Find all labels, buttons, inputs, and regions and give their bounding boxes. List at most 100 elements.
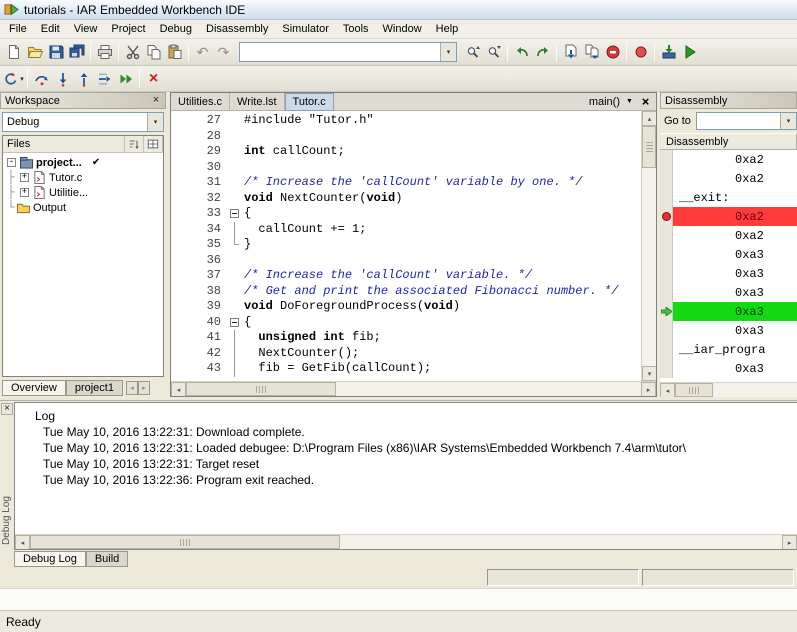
disassembly-gutter[interactable] (660, 188, 673, 207)
workspace-tab-project1[interactable]: project1 (66, 380, 123, 396)
stop-build-button[interactable] (602, 41, 623, 63)
menu-item-debug[interactable]: Debug (153, 21, 199, 37)
disassembly-row[interactable]: __iar_progra (660, 340, 797, 359)
code-line[interactable]: 39void DoForegroundProcess(void) (171, 299, 641, 315)
disassembly-row[interactable]: 0xa2 (660, 169, 797, 188)
code-line[interactable]: 27#include "Tutor.h" (171, 113, 641, 129)
tab-scroll-right-button[interactable]: ▸ (138, 381, 150, 395)
navigate-forward-button[interactable] (532, 41, 553, 63)
make-button[interactable] (581, 41, 602, 63)
disassembly-gutter[interactable] (660, 283, 673, 302)
reset-dropdown-caret[interactable]: ▾ (20, 75, 24, 83)
titlebar[interactable]: tutorials - IAR Embedded Workbench IDE (0, 0, 797, 20)
scroll-track[interactable] (336, 382, 641, 396)
scroll-thumb[interactable] (642, 126, 656, 168)
tree-expander[interactable]: - (7, 158, 16, 167)
log-close-button[interactable]: × (1, 403, 13, 415)
disassembly-row[interactable]: 0xa3 (660, 302, 797, 321)
scroll-thumb[interactable] (675, 383, 713, 397)
tree-item-project[interactable]: -project...✔ (3, 155, 163, 170)
scroll-right-button[interactable]: ▸ (782, 535, 797, 550)
code-line[interactable]: 43 fib = GetFib(callCount); (171, 361, 641, 377)
navigate-backward-button[interactable] (511, 41, 532, 63)
scroll-thumb[interactable] (30, 535, 340, 549)
copy-button[interactable] (143, 41, 164, 63)
compile-button[interactable] (560, 41, 581, 63)
scroll-track[interactable] (340, 535, 782, 549)
disassembly-row[interactable]: 0xa2 (660, 207, 797, 226)
scroll-left-button[interactable]: ◂ (660, 383, 675, 398)
find-next-button[interactable] (483, 41, 504, 63)
find-previous-button[interactable] (462, 41, 483, 63)
go-button[interactable] (115, 68, 136, 90)
scroll-down-button[interactable]: ▾ (642, 366, 656, 381)
code-line[interactable]: 30 (171, 160, 641, 176)
scroll-up-button[interactable]: ▴ (642, 111, 656, 126)
fold-marker[interactable] (229, 315, 242, 331)
workspace-close-button[interactable]: × (149, 94, 163, 107)
save-all-button[interactable] (66, 41, 87, 63)
log-horizontal-scrollbar[interactable]: ◂ ▸ (15, 534, 797, 549)
new-document-button[interactable] (3, 41, 24, 63)
disassembly-gutter[interactable] (660, 150, 673, 169)
disassembly-row[interactable]: 0xa3 (660, 245, 797, 264)
files-sort-button[interactable] (125, 136, 144, 152)
step-out-button[interactable] (73, 68, 94, 90)
code-line[interactable]: 31/* Increase the 'callCount' variable b… (171, 175, 641, 191)
debug-without-downloading-button[interactable] (679, 41, 700, 63)
menu-item-tools[interactable]: Tools (336, 21, 376, 37)
editor-tab-tutor-c[interactable]: Tutor.c (285, 93, 334, 111)
disassembly-gutter[interactable] (660, 302, 673, 321)
disassembly-gutter[interactable] (660, 169, 673, 188)
menu-item-edit[interactable]: Edit (34, 21, 67, 37)
tree-item-output[interactable]: └Output (3, 200, 163, 215)
workspace-config-dropdown-button[interactable]: ▾ (147, 113, 163, 131)
cut-button[interactable] (122, 41, 143, 63)
next-statement-button[interactable] (94, 68, 115, 90)
menu-item-window[interactable]: Window (376, 21, 429, 37)
log-tab-debug-log[interactable]: Debug Log (14, 551, 86, 567)
print-button[interactable] (94, 41, 115, 63)
disassembly-row[interactable]: 0xa3 (660, 359, 797, 378)
toggle-breakpoint-button[interactable] (630, 41, 651, 63)
files-columns-button[interactable] (144, 136, 163, 152)
log-tab-build[interactable]: Build (86, 551, 128, 567)
code-line[interactable]: 29int callCount; (171, 144, 641, 160)
disassembly-gutter[interactable] (660, 207, 673, 226)
code-line[interactable]: 36 (171, 253, 641, 269)
disassembly-gutter[interactable] (660, 340, 673, 359)
scroll-left-button[interactable]: ◂ (15, 535, 30, 550)
tree-expander[interactable]: + (20, 188, 29, 197)
open-folder-button[interactable] (24, 41, 45, 63)
disassembly-caption[interactable]: Disassembly (660, 92, 797, 109)
editor-close-button[interactable]: × (639, 95, 652, 109)
code-line[interactable]: 32void NextCounter(void) (171, 191, 641, 207)
code-line[interactable]: 40{ (171, 315, 641, 331)
disassembly-row[interactable]: 0xa2 (660, 150, 797, 169)
code-line[interactable]: 42 NextCounter(); (171, 346, 641, 362)
files-column-header[interactable]: Files (3, 136, 125, 152)
reset-button[interactable]: ▾ (3, 68, 24, 90)
disassembly-row[interactable]: 0xa3 (660, 283, 797, 302)
scroll-track[interactable] (642, 168, 656, 366)
code-line[interactable]: 35} (171, 237, 641, 253)
goto-dropdown-button[interactable]: ▾ (780, 113, 796, 129)
function-selector-dropdown-button[interactable]: ▼ (623, 95, 636, 109)
menu-item-view[interactable]: View (67, 21, 105, 37)
menu-item-project[interactable]: Project (104, 21, 152, 37)
scroll-left-button[interactable]: ◂ (171, 382, 186, 397)
menu-item-help[interactable]: Help (429, 21, 466, 37)
menu-item-simulator[interactable]: Simulator (275, 21, 335, 37)
code-line[interactable]: 33{ (171, 206, 641, 222)
stop-debugging-button[interactable]: × (143, 68, 164, 90)
paste-button[interactable] (164, 41, 185, 63)
disassembly-gutter[interactable] (660, 321, 673, 340)
disassembly-row[interactable]: 0xa3 (660, 321, 797, 340)
disassembly-gutter[interactable] (660, 226, 673, 245)
code-line[interactable]: 37/* Increase the 'callCount' variable. … (171, 268, 641, 284)
tree-expander[interactable]: + (20, 173, 29, 182)
download-and-debug-button[interactable] (658, 41, 679, 63)
workspace-caption[interactable]: Workspace × (0, 92, 166, 109)
disassembly-row[interactable]: 0xa2 (660, 226, 797, 245)
editor-vertical-scrollbar[interactable]: ▴ ▾ (641, 111, 656, 381)
